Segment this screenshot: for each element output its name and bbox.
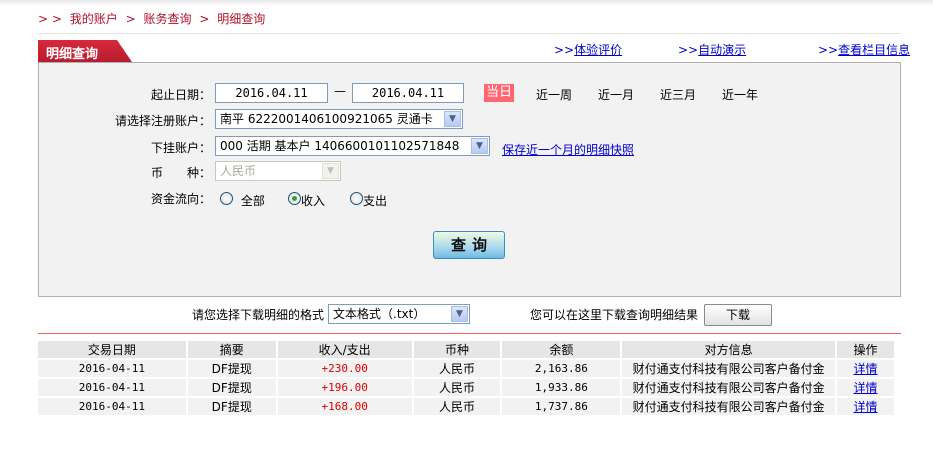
radio-all[interactable] xyxy=(220,192,233,205)
range-today[interactable]: 当日 xyxy=(484,84,514,102)
currency-label: 币 种： xyxy=(150,166,211,180)
range-year[interactable]: 近一年 xyxy=(722,86,758,103)
table-cell: 2016-04-11 xyxy=(38,359,188,379)
table-cell: 详情 xyxy=(836,359,896,379)
table-cell: 2016-04-11 xyxy=(38,378,188,398)
top-shade xyxy=(0,0,933,6)
column-header: 交易日期 xyxy=(38,341,188,360)
sub-account-select[interactable]: 000 活期 基本户 1406600101102571848 ▼ xyxy=(215,136,490,156)
end-date-input[interactable]: 2016.04.11 xyxy=(352,83,464,103)
column-header: 摘要 xyxy=(186,341,278,360)
account-select[interactable]: 南平 6222001406100921065 灵通卡 ▼ xyxy=(215,109,463,129)
radio-income[interactable] xyxy=(288,192,301,205)
table-cell: 2016-04-11 xyxy=(38,397,188,417)
table-cell: 人民币 xyxy=(412,397,503,417)
download-button[interactable]: 下载 xyxy=(704,304,772,326)
chevron-down-icon: ▼ xyxy=(471,138,488,154)
table-row: 2016-04-11 DF提现 +230.00 人民币 2,163.86 财付通支付科技有… xyxy=(38,359,896,379)
detail-link[interactable]: 详情 xyxy=(854,362,878,376)
table-header: 交易日期 摘要 收入/支出 币种 余额 对方信息 操作 xyxy=(38,341,896,360)
table-cell: DF提现 xyxy=(186,378,278,398)
table-cell: DF提现 xyxy=(186,397,278,417)
range-week[interactable]: 近一周 xyxy=(536,86,572,103)
query-button[interactable]: 查询 xyxy=(433,231,505,259)
breadcrumb-sep: > xyxy=(125,12,136,26)
link-column-info[interactable]: >>查看栏目信息 xyxy=(818,41,910,58)
format-label: 请您选择下载明细的格式 xyxy=(192,308,325,322)
breadcrumb: > > 我的账户 > 账务查询 > 明细查询 xyxy=(38,10,269,27)
detail-table: 交易日期 摘要 收入/支出 币种 余额 对方信息 操作 2016-04-11 DF提现 +230… xyxy=(38,341,896,417)
flow-all[interactable]: 全部 xyxy=(220,192,265,209)
table-row: 2016-04-11 DF提现 +196.00 人民币 1,933.86 财付通支付科技有… xyxy=(38,378,896,398)
divider xyxy=(38,333,901,334)
table-cell: 人民币 xyxy=(412,378,503,398)
table-cell: 1,933.86 xyxy=(501,378,623,398)
sub-account-label: 下挂账户： xyxy=(150,141,211,155)
table-cell: 人民币 xyxy=(412,359,503,379)
table-cell: 1,737.86 xyxy=(501,397,623,417)
table-cell: +168.00 xyxy=(276,397,414,417)
breadcrumb-item[interactable]: 我的账户 xyxy=(70,12,118,26)
save-snapshot-link[interactable]: 保存近一个月的明细快照 xyxy=(502,141,634,158)
link-feedback[interactable]: >>体验评价 xyxy=(554,41,622,58)
table-cell: DF提现 xyxy=(186,359,278,379)
chevron-down-icon: ▼ xyxy=(451,306,468,322)
table-cell: +230.00 xyxy=(276,359,414,379)
divider xyxy=(38,33,901,34)
format-select[interactable]: 文本格式（.txt） ▼ xyxy=(328,304,470,324)
start-date-input[interactable]: 2016.04.11 xyxy=(215,83,328,103)
range-3months[interactable]: 近三月 xyxy=(660,86,696,103)
breadcrumb-prefix: > > xyxy=(38,12,62,26)
table-cell: 详情 xyxy=(836,378,896,398)
breadcrumb-sep: > xyxy=(199,12,210,26)
column-header: 余额 xyxy=(501,341,623,360)
range-month[interactable]: 近一月 xyxy=(598,86,634,103)
table-cell: 财付通支付科技有限公司客户备付金 xyxy=(621,378,838,398)
column-header: 操作 xyxy=(836,341,896,360)
column-header: 对方信息 xyxy=(621,341,838,360)
download-hint: 您可以在这里下载查询明细结果 xyxy=(530,308,699,322)
table-cell: 财付通支付科技有限公司客户备付金 xyxy=(621,359,838,379)
date-label: 起止日期： xyxy=(150,88,211,102)
flow-expense[interactable]: 支出 xyxy=(350,192,387,209)
tab-detail-query[interactable]: 明细查询 xyxy=(38,40,132,62)
chevron-down-icon: ▼ xyxy=(322,163,339,179)
column-header: 收入/支出 xyxy=(276,341,414,360)
link-auto-demo[interactable]: >>自动演示 xyxy=(678,41,746,58)
flow-income[interactable]: 收入 xyxy=(288,192,325,209)
table-cell: 详情 xyxy=(836,397,896,417)
column-header: 币种 xyxy=(412,341,503,360)
radio-expense[interactable] xyxy=(350,192,363,205)
table-cell: +196.00 xyxy=(276,378,414,398)
breadcrumb-item[interactable]: 账务查询 xyxy=(144,12,192,26)
breadcrumb-item: 明细查询 xyxy=(217,12,266,26)
detail-link[interactable]: 详情 xyxy=(854,381,878,395)
currency-select: 人民币 ▼ xyxy=(215,161,341,181)
table-row: 2016-04-11 DF提现 +168.00 人民币 1,737.86 财付通支付科技有… xyxy=(38,397,896,417)
flow-label: 资金流向： xyxy=(150,192,211,206)
chevron-down-icon: ▼ xyxy=(444,111,461,127)
account-label: 请选择注册账户： xyxy=(114,114,211,128)
detail-link[interactable]: 详情 xyxy=(854,400,878,414)
date-dash: — xyxy=(334,84,346,98)
table-cell: 2,163.86 xyxy=(501,359,623,379)
table-cell: 财付通支付科技有限公司客户备付金 xyxy=(621,397,838,417)
